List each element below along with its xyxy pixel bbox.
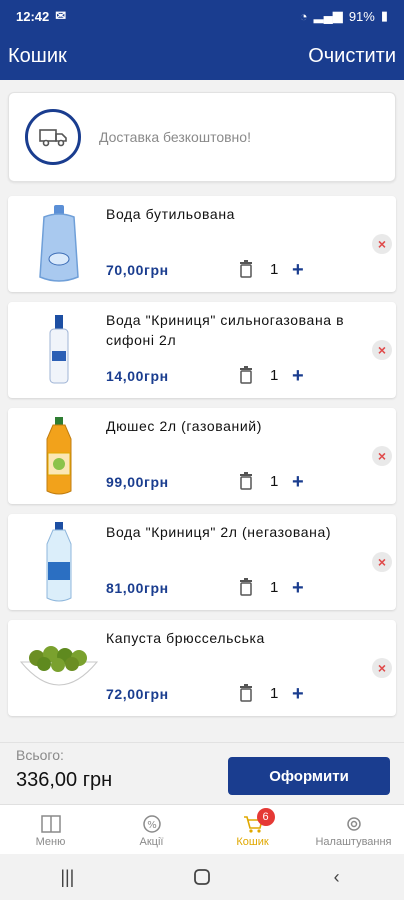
product-price: 99,00грн xyxy=(106,474,169,490)
battery-icon: ▮ xyxy=(380,8,388,23)
signal-icon: ▂▄▆ xyxy=(313,8,343,23)
cart-item: Капуста брюссельська 72,00грн 1 + × xyxy=(8,620,396,716)
product-name: Дюшес 2л (газований) xyxy=(106,418,262,434)
cart-item: Дюшес 2л (газований) 99,00грн 1 + × xyxy=(8,408,396,504)
svg-text:%: % xyxy=(147,820,157,831)
remove-item-icon[interactable]: × xyxy=(372,340,392,360)
tab-label: Кошик xyxy=(236,835,269,848)
menu-book-icon xyxy=(37,812,65,836)
status-bar: 12:42 ✉ ◔ ▂▄▆ 91% ▮ xyxy=(0,0,404,32)
quantity-value: 1 xyxy=(270,261,279,278)
checkout-button[interactable]: Оформити xyxy=(228,757,390,795)
quantity-value: 1 xyxy=(270,473,279,490)
tab-label: Налаштування xyxy=(315,835,392,848)
product-name: Вода бутильована xyxy=(106,206,236,222)
product-image-water-bottle xyxy=(16,202,102,286)
trash-icon[interactable] xyxy=(238,472,254,490)
product-name: Вода "Криниця" сильногазована в сифоні 2… xyxy=(106,312,345,348)
remove-item-icon[interactable]: × xyxy=(372,658,392,678)
cart-count-badge: 6 xyxy=(256,807,275,826)
plus-icon[interactable]: + xyxy=(292,472,304,492)
delivery-text: Доставка безкоштовно! xyxy=(99,129,251,145)
back-icon[interactable]: ‹ xyxy=(317,857,357,897)
cart-item: Вода "Криниця" сильногазована в сифоні 2… xyxy=(8,302,396,398)
cart-item: Вода "Криниця" 2л (негазована) 81,00грн … xyxy=(8,514,396,610)
total-label: Всього: xyxy=(16,747,64,763)
status-time: 12:42 xyxy=(16,8,50,24)
plus-icon[interactable]: + xyxy=(292,260,304,280)
product-price: 72,00грн xyxy=(106,686,169,702)
recents-icon[interactable]: ||| xyxy=(47,857,87,897)
percent-icon: % xyxy=(138,812,166,836)
delivery-truck-icon xyxy=(25,109,81,165)
quantity-value: 1 xyxy=(270,685,279,702)
app-bar: Кошик Очистити xyxy=(0,32,404,80)
battery-level: 91% xyxy=(348,8,375,24)
plus-icon[interactable]: + xyxy=(292,684,304,704)
product-image-siphon-bottle xyxy=(16,308,102,392)
remove-item-icon[interactable]: × xyxy=(372,552,392,572)
product-image-water-bottle-2l xyxy=(16,520,102,604)
totals-bar: Всього: 336,00 грн Оформити xyxy=(0,742,404,804)
system-navigation: ||| ‹ xyxy=(0,854,404,900)
cart-icon: 6 xyxy=(239,807,275,836)
quantity-value: 1 xyxy=(270,579,279,596)
remove-item-icon[interactable]: × xyxy=(372,234,392,254)
product-image-duchess-bottle xyxy=(16,414,102,498)
cart-item: Вода бутильована 70,00грн 1 + × xyxy=(8,196,396,292)
bottom-navigation: Меню % Акції 6 Кошик Налаштування xyxy=(0,804,404,854)
total-sum: 336,00 грн xyxy=(16,769,113,791)
tab-promotions[interactable]: % Акції xyxy=(101,805,202,854)
tab-cart[interactable]: 6 Кошик xyxy=(202,805,303,854)
page-title: Кошик xyxy=(8,44,67,67)
product-price: 14,00грн xyxy=(106,368,169,384)
plus-icon[interactable]: + xyxy=(292,578,304,598)
tab-menu[interactable]: Меню xyxy=(0,805,101,854)
wifi-icon: ◔ xyxy=(299,8,308,24)
trash-icon[interactable] xyxy=(238,366,254,384)
home-icon[interactable] xyxy=(182,857,222,897)
trash-icon[interactable] xyxy=(238,260,254,278)
product-name: Вода "Криниця" 2л (негазована) xyxy=(106,524,332,540)
remove-item-icon[interactable]: × xyxy=(372,446,392,466)
tab-settings[interactable]: Налаштування xyxy=(303,805,404,854)
gmail-icon: ✉ xyxy=(55,8,67,23)
tab-label: Акції xyxy=(139,835,164,848)
trash-icon[interactable] xyxy=(238,684,254,702)
plus-icon[interactable]: + xyxy=(292,366,304,386)
clear-cart-button[interactable]: Очистити xyxy=(308,45,396,68)
tab-label: Меню xyxy=(35,835,66,848)
product-price: 70,00грн xyxy=(106,262,169,278)
product-name: Капуста брюссельська xyxy=(106,630,265,646)
gear-icon xyxy=(340,812,368,836)
product-price: 81,00грн xyxy=(106,580,169,596)
quantity-value: 1 xyxy=(270,367,279,384)
trash-icon[interactable] xyxy=(238,578,254,596)
delivery-banner: Доставка безкоштовно! xyxy=(8,92,396,182)
product-image-brussels-sprouts xyxy=(16,626,102,710)
